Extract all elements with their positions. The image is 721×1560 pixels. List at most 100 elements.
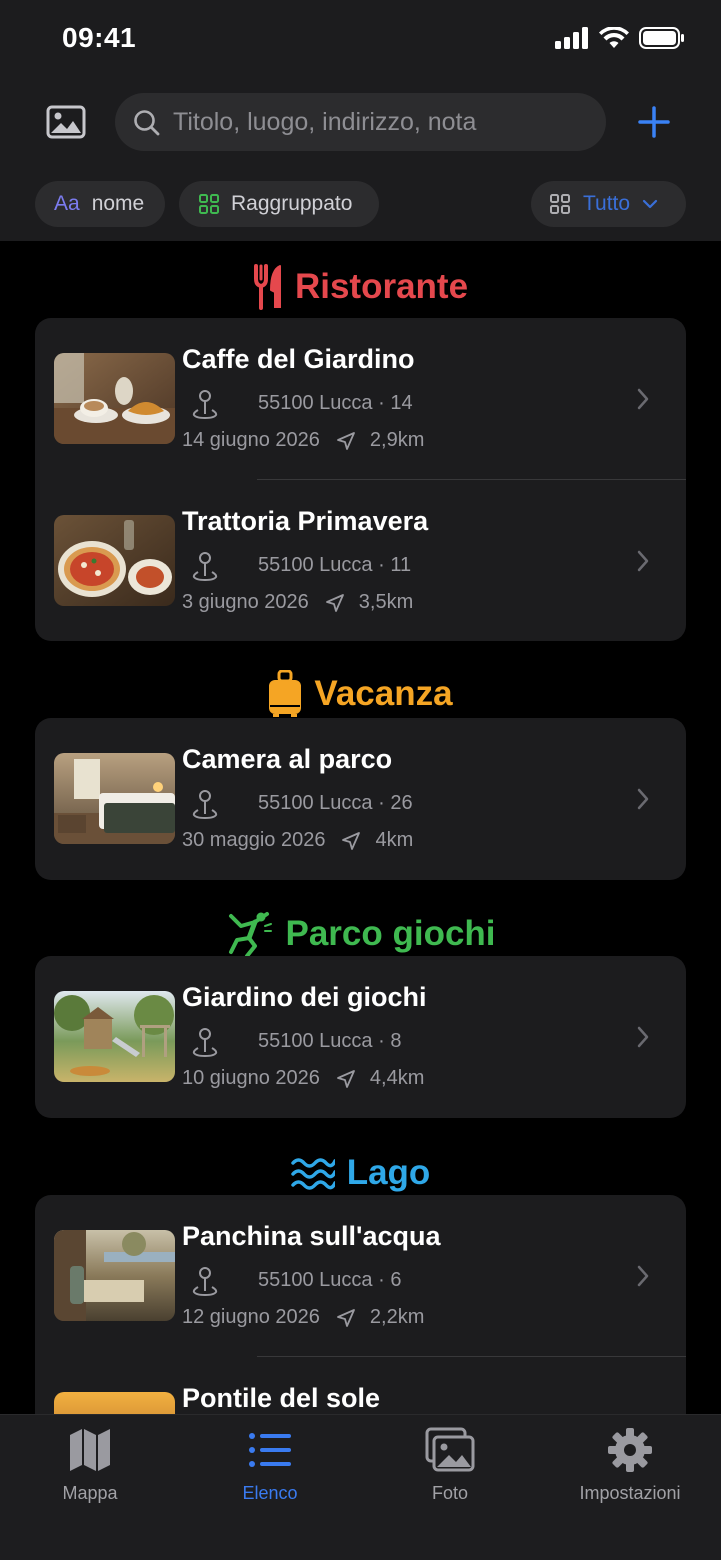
place-meta: 12 giugno 2026 2,2km [182,1306,424,1329]
filter-chips: Aa nome Raggruppato Tutto [0,181,721,227]
tab-impostazioni[interactable]: Impostazioni [540,1427,720,1517]
section-header-parco-giochi: Parco giochi [0,909,721,959]
chevron-right-icon [637,788,649,810]
section-title: Parco giochi [285,914,496,953]
section-header-lago: Lago [0,1148,721,1198]
place-date: 3 giugno 2026 [182,591,309,613]
grid-icon [550,194,570,214]
place-thumbnail [54,1230,175,1321]
place-address: 55100 Lucca · 26 [258,792,413,814]
section-title: Vacanza [314,674,453,713]
place-title: Caffe del Giardino [182,344,415,374]
place-address: 55100 Lucca · 11 [258,554,412,576]
place-address: 55100 Lucca · 8 [258,1030,402,1052]
add-button[interactable] [636,104,672,140]
section-title: Lago [346,1153,431,1192]
fork-knife-icon [253,264,281,310]
filter-dropdown[interactable]: Tutto [531,181,686,227]
status-time: 09:41 [62,22,137,53]
chevron-right-icon [637,550,649,572]
list-icon [249,1433,291,1467]
place-title: Pontile del sole [182,1383,381,1413]
place-date: 14 giugno 2026 [182,429,320,451]
place-distance: 2,9km [369,429,425,451]
status-icons [555,27,685,49]
filter-label: Tutto [583,192,631,215]
place-distance: 4,4km [369,1067,425,1089]
tab-mappa[interactable]: Mappa [0,1427,180,1517]
tab-label: Foto [431,1483,469,1503]
chevron-down-icon [642,199,658,209]
place-date: 12 giugno 2026 [182,1306,320,1328]
battery-icon [639,27,684,49]
place-meta: 14 giugno 2026 2,9km [182,429,424,452]
group-label: Raggruppato [231,192,353,215]
photos-icon [425,1427,475,1472]
section-card-ristorante: Caffe del Giardino 55100 Lucca · 14 14 g… [35,318,686,641]
place-title: Panchina sull'acqua [182,1221,441,1251]
place-thumbnail [54,353,175,444]
place-thumbnail [54,515,175,606]
grid-icon [199,194,219,214]
place-address: 55100 Lucca · 14 [258,392,413,414]
place-meta: 10 giugno 2026 4,4km [182,1067,424,1090]
section-title: Ristorante [294,267,469,306]
tab-label: Mappa [62,1483,118,1503]
search-input[interactable] [173,93,593,151]
list-item[interactable]: Caffe del Giardino 55100 Lucca · 14 14 g… [35,318,686,480]
place-thumbnail [54,991,175,1082]
section-header-vacanza: Vacanza [0,669,721,719]
sort-chip[interactable]: Aa nome [35,181,165,227]
location-arrow-icon [337,1069,355,1088]
jumping-figure-icon [229,912,273,958]
list-item[interactable]: Panchina sull'acqua 55100 Lucca · 6 12 g… [35,1195,686,1357]
photo-picker-button[interactable] [44,102,88,142]
place-meta: 30 maggio 2026 4km [182,829,413,852]
search-icon [134,110,160,136]
place-title: Giardino dei giochi [182,982,427,1012]
place-distance: 2,2km [369,1306,425,1328]
place-meta: 3 giugno 2026 3,5km [182,591,413,614]
section-card-parco-giochi: Giardino dei giochi 55100 Lucca · 8 10 g… [35,956,686,1118]
place-distance: 4km [375,829,414,851]
place-address: 55100 Lucca · 6 [258,1269,402,1291]
pin-icon [192,1028,218,1058]
list-item[interactable]: Giardino dei giochi 55100 Lucca · 8 10 g… [35,956,686,1118]
chevron-right-icon [637,388,649,410]
photo-icon [46,105,86,139]
place-date: 10 giugno 2026 [182,1067,320,1089]
suitcase-icon [269,670,302,717]
place-distance: 3,5km [358,591,414,613]
top-bar: 09:41 Titolo, luogo, indirizzo, nota Aa … [0,0,721,241]
tab-elenco[interactable]: Elenco [180,1427,360,1517]
place-title: Trattoria Primavera [182,506,429,536]
place-title: Camera al parco [182,744,393,774]
pin-icon [192,390,218,420]
list-item[interactable]: Trattoria Primavera 55100 Lucca · 11 3 g… [35,480,686,641]
tab-bar: Mappa Elenco Foto Impostazioni [0,1414,721,1560]
map-icon [70,1429,110,1471]
place-thumbnail [54,753,175,844]
wifi-icon [599,27,629,48]
tab-label: Elenco [242,1483,298,1503]
water-waves-icon [290,1158,335,1190]
tab-label: Impostazioni [579,1483,681,1503]
gear-icon [608,1428,652,1472]
pin-icon [192,1267,218,1297]
search-bar[interactable] [115,93,606,151]
tab-foto[interactable]: Foto [360,1427,540,1517]
plus-icon [638,106,670,138]
group-chip[interactable]: Raggruppato [179,181,379,227]
section-card-vacanza: Camera al parco 55100 Lucca · 26 30 magg… [35,718,686,880]
pin-icon [192,552,218,582]
location-arrow-icon [325,593,344,612]
location-arrow-icon [337,431,355,450]
status-bar: 09:41 [0,0,721,80]
pin-icon [192,790,218,820]
signal-icon [555,27,588,49]
sort-prefix: Aa [54,192,80,215]
chevron-right-icon [637,1026,649,1048]
location-arrow-icon [337,1308,355,1327]
search-row [0,92,721,152]
list-item[interactable]: Camera al parco 55100 Lucca · 26 30 magg… [35,718,686,880]
